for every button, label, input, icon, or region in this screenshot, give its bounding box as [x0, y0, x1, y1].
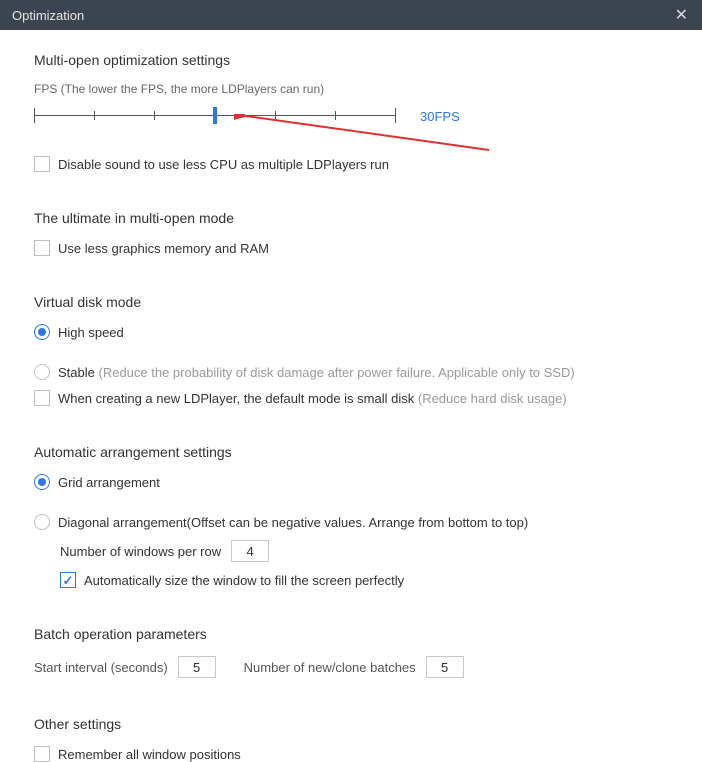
fps-hint: FPS (The lower the FPS, the more LDPlaye…	[34, 82, 672, 96]
auto-size-row: Automatically size the window to fill th…	[34, 572, 672, 588]
section-virtual-disk-title: Virtual disk mode	[34, 294, 672, 310]
section-ultimate-title: The ultimate in multi-open mode	[34, 210, 672, 226]
section-other-title: Other settings	[34, 716, 672, 732]
windows-per-row-label: Number of windows per row	[60, 544, 221, 559]
small-disk-label: When creating a new LDPlayer, the defaul…	[58, 391, 567, 406]
windows-per-row-input[interactable]	[231, 540, 269, 562]
titlebar: Optimization ✕	[0, 0, 702, 30]
stable-label: Stable (Reduce the probability of disk d…	[58, 365, 575, 380]
stable-text: Stable	[58, 365, 95, 380]
windows-per-row-row: Number of windows per row	[34, 540, 672, 562]
small-disk-row: When creating a new LDPlayer, the defaul…	[34, 390, 672, 406]
stable-radio[interactable]	[34, 364, 50, 380]
remember-positions-row: Remember all window positions	[34, 746, 672, 762]
slider-tick	[335, 111, 336, 120]
less-memory-label: Use less graphics memory and RAM	[58, 241, 269, 256]
start-interval-label: Start interval (seconds)	[34, 660, 168, 675]
fps-slider-row: 30FPS	[34, 104, 672, 128]
batches-input[interactable]	[426, 656, 464, 678]
slider-tick	[34, 108, 35, 123]
diagonal-arrangement-radio[interactable]	[34, 514, 50, 530]
slider-tick	[395, 108, 396, 123]
less-memory-row: Use less graphics memory and RAM	[34, 240, 672, 256]
disable-sound-checkbox[interactable]	[34, 156, 50, 172]
fps-slider-thumb[interactable]	[213, 107, 217, 124]
section-batch-title: Batch operation parameters	[34, 626, 672, 642]
disable-sound-row: Disable sound to use less CPU as multipl…	[34, 156, 672, 172]
grid-arrangement-radio[interactable]	[34, 474, 50, 490]
auto-size-label: Automatically size the window to fill th…	[84, 573, 404, 588]
grid-arrangement-label: Grid arrangement	[58, 475, 160, 490]
fps-slider[interactable]	[34, 104, 396, 128]
batches-label: Number of new/clone batches	[244, 660, 416, 675]
section-arrangement-title: Automatic arrangement settings	[34, 444, 672, 460]
close-icon[interactable]: ✕	[671, 5, 692, 25]
arrangement-radio-group: Grid arrangement Diagonal arrangement(Of…	[34, 474, 672, 530]
slider-tick	[94, 111, 95, 120]
slider-tick	[275, 111, 276, 120]
fps-value-label: 30FPS	[420, 109, 460, 124]
stable-hint: (Reduce the probability of disk damage a…	[99, 365, 575, 380]
window-title: Optimization	[12, 8, 84, 23]
small-disk-text: When creating a new LDPlayer, the defaul…	[58, 391, 414, 406]
batch-params-row: Start interval (seconds) Number of new/c…	[34, 656, 672, 678]
less-memory-checkbox[interactable]	[34, 240, 50, 256]
disable-sound-label: Disable sound to use less CPU as multipl…	[58, 157, 389, 172]
remember-positions-label: Remember all window positions	[58, 747, 241, 762]
section-multi-open-title: Multi-open optimization settings	[34, 52, 672, 68]
diagonal-arrangement-label: Diagonal arrangement(Offset can be negat…	[58, 515, 528, 530]
start-interval-input[interactable]	[178, 656, 216, 678]
auto-size-checkbox[interactable]	[60, 572, 76, 588]
content-area: Multi-open optimization settings FPS (Th…	[0, 30, 702, 762]
high-speed-label: High speed	[58, 325, 124, 340]
virtual-disk-radio-group: High speed Stable (Reduce the probabilit…	[34, 324, 672, 380]
small-disk-hint: (Reduce hard disk usage)	[418, 391, 567, 406]
high-speed-radio[interactable]	[34, 324, 50, 340]
slider-tick	[154, 111, 155, 120]
small-disk-checkbox[interactable]	[34, 390, 50, 406]
remember-positions-checkbox[interactable]	[34, 746, 50, 762]
